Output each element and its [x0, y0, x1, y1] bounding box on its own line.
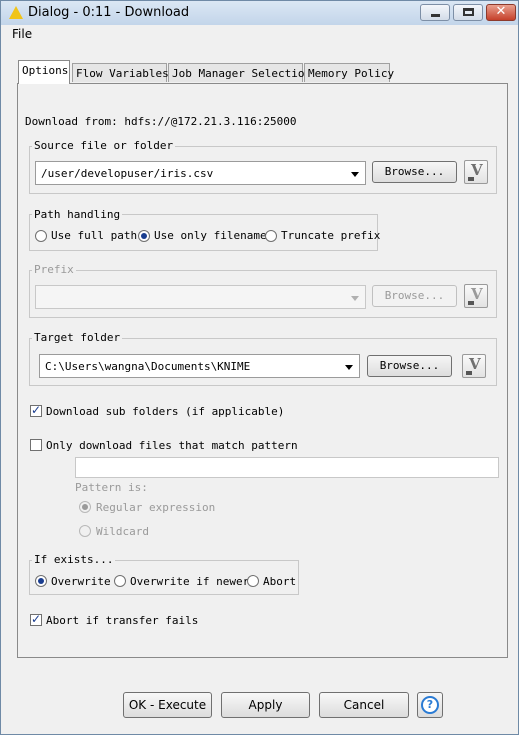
- pattern-is-label: Pattern is:: [75, 481, 148, 494]
- pattern-input: [75, 457, 499, 478]
- menu-bar: File: [1, 25, 518, 45]
- use-only-filename-radio[interactable]: [138, 230, 150, 242]
- truncate-prefix-radio[interactable]: [265, 230, 277, 242]
- flow-variable-bar: [468, 177, 474, 181]
- source-legend: Source file or folder: [32, 139, 176, 152]
- regular-expression-label: Regular expression: [96, 501, 216, 514]
- target-legend: Target folder: [32, 331, 123, 344]
- menu-file[interactable]: File: [12, 27, 32, 41]
- minimize-icon: [431, 14, 440, 17]
- abort-label: Abort: [263, 575, 297, 588]
- wildcard-radio: [79, 525, 91, 537]
- match-pattern-label: Only download files that match pattern: [46, 439, 298, 452]
- flow-variable-bar: [466, 371, 472, 375]
- cancel-button[interactable]: Cancel: [319, 692, 409, 718]
- if-exists-legend: If exists...: [32, 553, 116, 566]
- overwrite-radio[interactable]: [35, 575, 47, 587]
- use-only-filename-label: Use only filename: [154, 229, 267, 242]
- prefix-legend: Prefix: [32, 263, 76, 276]
- download-sub-folders-label: Download sub folders (if applicable): [46, 405, 285, 418]
- help-icon: ?: [421, 696, 439, 714]
- chevron-down-icon: [351, 172, 359, 177]
- path-handling-legend: Path handling: [32, 208, 123, 221]
- checkmark-icon: ✓: [31, 403, 42, 417]
- match-pattern-checkbox[interactable]: [30, 439, 42, 451]
- help-button[interactable]: ?: [417, 692, 443, 718]
- target-browse-button[interactable]: Browse...: [367, 355, 452, 377]
- abort-if-fails-checkbox[interactable]: ✓: [30, 612, 42, 626]
- maximize-button[interactable]: [453, 4, 483, 21]
- minimize-button[interactable]: [420, 4, 450, 21]
- source-flow-variable-button[interactable]: V: [464, 160, 488, 184]
- target-folder-value: C:\Users\wangna\Documents\KNIME: [45, 360, 251, 373]
- use-full-path-label: Use full path: [51, 229, 138, 242]
- dialog-window: Dialog - 0:11 - Download ✕ File Options …: [0, 0, 519, 735]
- tab-job-manager-selection[interactable]: Job Manager Selection: [168, 63, 311, 82]
- prefix-browse-button: Browse...: [372, 285, 457, 307]
- overwrite-if-newer-radio[interactable]: [114, 575, 126, 587]
- tab-flow-variables[interactable]: Flow Variables: [72, 63, 169, 82]
- prefix-combo: [35, 285, 366, 309]
- target-flow-variable-button[interactable]: V: [462, 354, 486, 378]
- abort-if-fails-label: Abort if transfer fails: [46, 614, 199, 627]
- prefix-flow-variable-button: V: [464, 284, 488, 308]
- close-button[interactable]: ✕: [486, 4, 516, 21]
- warning-icon: [9, 6, 23, 19]
- source-browse-button[interactable]: Browse...: [372, 161, 457, 183]
- source-path-combo[interactable]: /user/developuser/iris.csv: [35, 161, 366, 185]
- tab-memory-policy[interactable]: Memory Policy: [304, 63, 394, 82]
- apply-button[interactable]: Apply: [221, 692, 310, 718]
- truncate-prefix-label: Truncate prefix: [281, 229, 381, 242]
- overwrite-label: Overwrite: [51, 575, 111, 588]
- target-folder-combo[interactable]: C:\Users\wangna\Documents\KNIME: [39, 354, 360, 378]
- close-icon: ✕: [495, 4, 507, 19]
- checkmark-icon: ✓: [31, 612, 42, 626]
- overwrite-if-newer-label: Overwrite if newer: [130, 575, 250, 588]
- source-path-value: /user/developuser/iris.csv: [41, 167, 214, 180]
- window-title: Dialog - 0:11 - Download: [28, 5, 190, 20]
- ok-execute-button[interactable]: OK - Execute: [123, 692, 212, 718]
- flow-variable-bar: [468, 301, 474, 305]
- abort-radio[interactable]: [247, 575, 259, 587]
- download-from-label: Download from: hdfs://@172.21.3.116:2500…: [25, 115, 297, 128]
- wildcard-label: Wildcard: [96, 525, 149, 538]
- use-full-path-radio[interactable]: [35, 230, 47, 242]
- maximize-icon: [463, 8, 474, 16]
- tab-options[interactable]: Options: [18, 60, 70, 84]
- regular-expression-radio: [79, 501, 91, 513]
- download-sub-folders-checkbox[interactable]: ✓: [30, 403, 42, 417]
- chevron-down-icon: [351, 296, 359, 301]
- title-bar[interactable]: Dialog - 0:11 - Download ✕: [1, 1, 518, 26]
- chevron-down-icon: [345, 365, 353, 370]
